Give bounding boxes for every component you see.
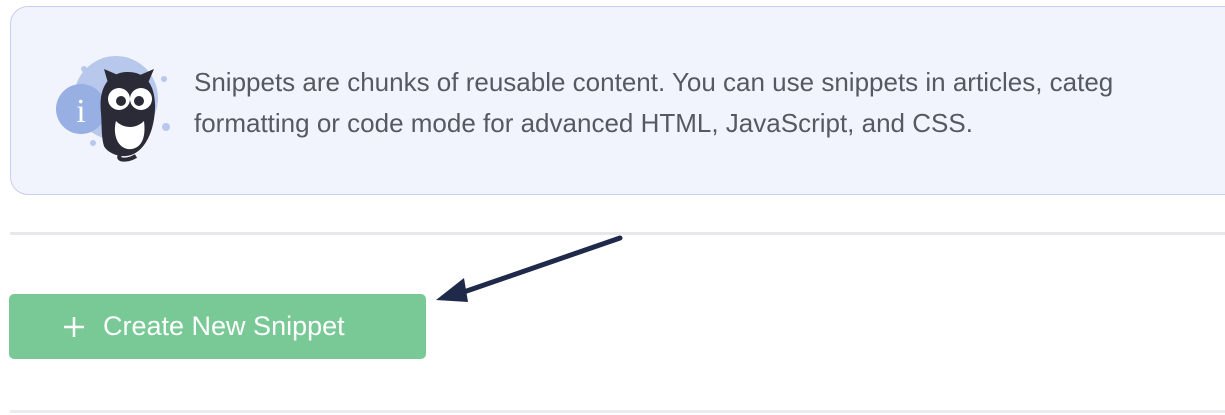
snippets-page: i Snippets are chunks of reusable conten… (0, 0, 1225, 415)
owl-info-icon: i (56, 56, 170, 162)
bottom-divider (10, 410, 1225, 413)
plus-icon (63, 316, 85, 338)
create-new-snippet-button[interactable]: Create New Snippet (9, 294, 426, 359)
arrow-icon (436, 235, 623, 302)
create-new-snippet-label: Create New Snippet (103, 311, 345, 341)
info-callout-line-1: Snippets are chunks of reusable content.… (194, 67, 1114, 97)
info-callout-text: Snippets are chunks of reusable content.… (194, 62, 1225, 144)
svg-text:i: i (76, 93, 85, 130)
info-callout: i Snippets are chunks of reusable conten… (10, 6, 1225, 195)
info-callout-line-2: formatting or code mode for advanced HTM… (194, 108, 973, 138)
